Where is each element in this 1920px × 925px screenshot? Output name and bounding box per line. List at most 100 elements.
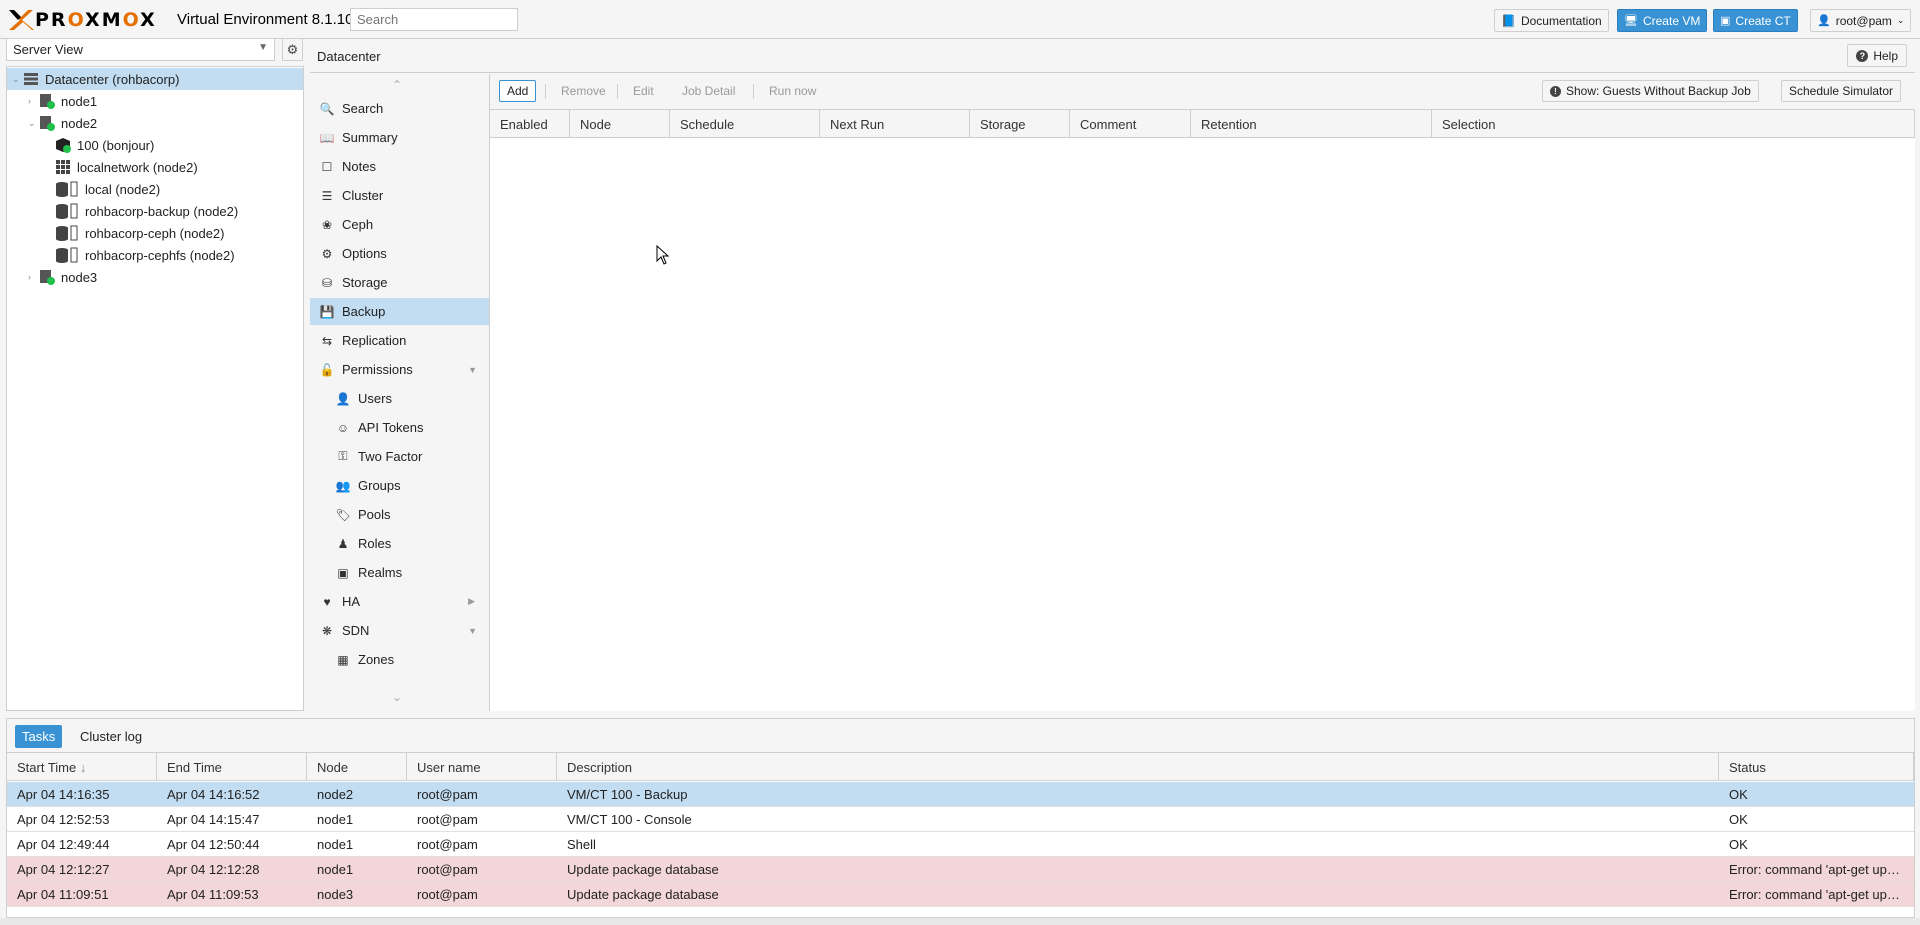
gear-icon: ⚙ xyxy=(286,41,299,57)
question-circle-icon: ? xyxy=(1856,49,1869,62)
tree-item-rohbacorp-backup[interactable]: rohbacorp-backup (node2) xyxy=(7,200,303,222)
datacenter-icon xyxy=(24,73,38,85)
scroll-up-icon[interactable]: ⌃ xyxy=(392,78,402,92)
vm-running-icon xyxy=(56,138,71,153)
column-header[interactable]: Retention xyxy=(1191,110,1432,138)
floppy-icon: 💾 xyxy=(319,304,335,319)
help-button[interactable]: ? Help xyxy=(1847,44,1907,67)
menu-item-two-factor[interactable]: ⚿ Two Factor xyxy=(310,443,489,470)
tree-item-datacenter[interactable]: ⌄ Datacenter (rohbacorp) xyxy=(7,68,303,90)
caret-down-icon: ▼ xyxy=(468,364,477,375)
tree-settings-button[interactable]: ⚙ xyxy=(282,38,303,61)
create-vm-button[interactable]: 🖥 Create VM xyxy=(1617,9,1708,32)
edit-button[interactable]: Edit xyxy=(625,80,662,102)
run-now-button[interactable]: Run now xyxy=(761,80,824,102)
log-tabs: Tasks Cluster log xyxy=(7,719,1914,753)
menu-item-cluster[interactable]: ☰ Cluster xyxy=(310,182,489,209)
column-header[interactable]: End Time xyxy=(157,753,307,781)
chevron-down-icon: ▼ xyxy=(258,42,268,53)
tree-item-vm-100[interactable]: 100 (bonjour) xyxy=(7,134,303,156)
menu-item-summary[interactable]: 📖 Summary xyxy=(310,124,489,151)
column-header[interactable]: Node xyxy=(570,110,670,138)
task-row-error[interactable]: Apr 04 11:09:51 Apr 04 11:09:53 node3 ro… xyxy=(7,882,1914,907)
menu-item-pools[interactable]: 🏷 Pools xyxy=(310,501,489,528)
menu-item-ceph[interactable]: ❀ Ceph xyxy=(310,211,489,238)
column-header[interactable]: Status xyxy=(1719,753,1914,781)
global-search-input[interactable] xyxy=(350,8,518,31)
menu-item-storage[interactable]: ⛁ Storage xyxy=(310,269,489,296)
expand-icon[interactable]: › xyxy=(28,272,31,282)
proxmox-logo[interactable]: PROXMOX xyxy=(8,9,157,31)
documentation-button[interactable]: 📘 Documentation xyxy=(1494,9,1609,32)
create-ct-button[interactable]: ▣ Create CT xyxy=(1713,9,1798,32)
node-online-icon xyxy=(40,94,55,109)
task-row-error[interactable]: Apr 04 12:12:27 Apr 04 12:12:28 node1 ro… xyxy=(7,857,1914,882)
menu-item-notes[interactable]: ☐ Notes xyxy=(310,153,489,180)
job-detail-button[interactable]: Job Detail xyxy=(674,80,743,102)
th-icon: ▦ xyxy=(337,652,349,667)
server-view-select[interactable]: Server View ▼ xyxy=(6,38,275,61)
task-row[interactable]: Apr 04 14:16:35 Apr 04 14:16:52 node2 ro… xyxy=(7,782,1914,807)
tree-item-rohbacorp-ceph[interactable]: rohbacorp-ceph (node2) xyxy=(7,222,303,244)
cube-icon: ▣ xyxy=(1720,15,1731,27)
tab-tasks[interactable]: Tasks xyxy=(15,725,63,748)
show-guests-without-backup-button[interactable]: ! Show: Guests Without Backup Job xyxy=(1542,80,1759,102)
tree-item-node1[interactable]: › node1 xyxy=(7,90,303,112)
column-header[interactable]: Storage xyxy=(970,110,1070,138)
menu-item-options[interactable]: ⚙ Options xyxy=(310,240,489,267)
storage-icon xyxy=(56,247,78,263)
status-bar xyxy=(0,918,1920,925)
menu-item-users[interactable]: 👤 Users xyxy=(310,385,489,412)
sdn-icon: ❋ xyxy=(321,623,333,638)
tree-item-node3[interactable]: › node3 xyxy=(7,266,303,288)
retweet-icon: ⇆ xyxy=(321,333,333,348)
column-header[interactable]: Enabled xyxy=(490,110,570,138)
menu-item-backup[interactable]: 💾 Backup xyxy=(310,298,489,325)
storage-icon xyxy=(56,181,78,197)
menu-item-zones[interactable]: ▦ Zones xyxy=(310,646,489,673)
menu-item-realms[interactable]: ▣ Realms xyxy=(310,559,489,586)
collapse-icon[interactable]: ⌄ xyxy=(28,118,36,129)
menu-item-groups[interactable]: 👥 Groups xyxy=(310,472,489,499)
menu-item-search[interactable]: 🔍 Search xyxy=(310,95,489,122)
notes-icon: ☐ xyxy=(321,159,333,174)
menu-item-api-tokens[interactable]: ☺ API Tokens xyxy=(310,414,489,441)
task-row[interactable]: Apr 04 12:52:53 Apr 04 14:15:47 node1 ro… xyxy=(7,807,1914,832)
backup-panel: Add Remove Edit Job Detail Run now ! Sho… xyxy=(490,74,1915,711)
scroll-down-icon[interactable]: ⌄ xyxy=(392,690,402,704)
column-header[interactable]: Node xyxy=(307,753,407,781)
column-header[interactable]: User name xyxy=(407,753,557,781)
tree-item-rohbacorp-cephfs[interactable]: rohbacorp-cephfs (node2) xyxy=(7,244,303,266)
tab-cluster-log[interactable]: Cluster log xyxy=(73,725,149,748)
column-header[interactable]: Comment xyxy=(1070,110,1191,138)
key-icon: ⚿ xyxy=(338,449,348,463)
expand-icon[interactable]: › xyxy=(28,96,31,106)
caret-right-icon: ▶ xyxy=(468,596,475,606)
task-row[interactable]: Apr 04 12:49:44 Apr 04 12:50:44 node1 ro… xyxy=(7,832,1914,857)
top-bar: PROXMOX Virtual Environment 8.1.10 📘 Doc… xyxy=(0,0,1920,39)
menu-item-permissions[interactable]: 🔓 Permissions ▼ xyxy=(310,356,489,383)
menu-item-replication[interactable]: ⇆ Replication xyxy=(310,327,489,354)
user-menu-button[interactable]: 👤 root@pam ⌄ xyxy=(1810,9,1912,32)
column-header[interactable]: Selection xyxy=(1432,110,1915,138)
column-header[interactable]: Description xyxy=(557,753,1719,781)
collapse-icon[interactable]: ⌄ xyxy=(12,74,20,85)
menu-item-sdn[interactable]: ❋ SDN ▼ xyxy=(310,617,489,644)
menu-item-roles[interactable]: ♟ Roles xyxy=(310,530,489,557)
schedule-simulator-button[interactable]: Schedule Simulator xyxy=(1781,80,1902,102)
ceph-icon: ❀ xyxy=(321,217,333,232)
remove-button[interactable]: Remove xyxy=(553,80,614,102)
add-button[interactable]: Add xyxy=(499,80,537,102)
book-icon: 📘 xyxy=(1501,13,1516,28)
tags-icon: 🏷 xyxy=(335,507,351,522)
tasks-panel: Tasks Cluster log Start Time ↓ End Time … xyxy=(6,718,1915,918)
tree-item-localnetwork[interactable]: localnetwork (node2) xyxy=(7,156,303,178)
chevron-down-icon: ⌄ xyxy=(1896,15,1905,25)
tree-item-local[interactable]: local (node2) xyxy=(7,178,303,200)
logo-text: PROXMOX xyxy=(35,9,157,31)
column-header[interactable]: Next Run xyxy=(820,110,970,138)
tree-item-node2[interactable]: ⌄ node2 xyxy=(7,112,303,134)
column-header-start-time[interactable]: Start Time ↓ xyxy=(7,753,157,781)
column-header[interactable]: Schedule xyxy=(670,110,820,138)
menu-item-ha[interactable]: ♥ HA ▶ xyxy=(310,588,489,615)
